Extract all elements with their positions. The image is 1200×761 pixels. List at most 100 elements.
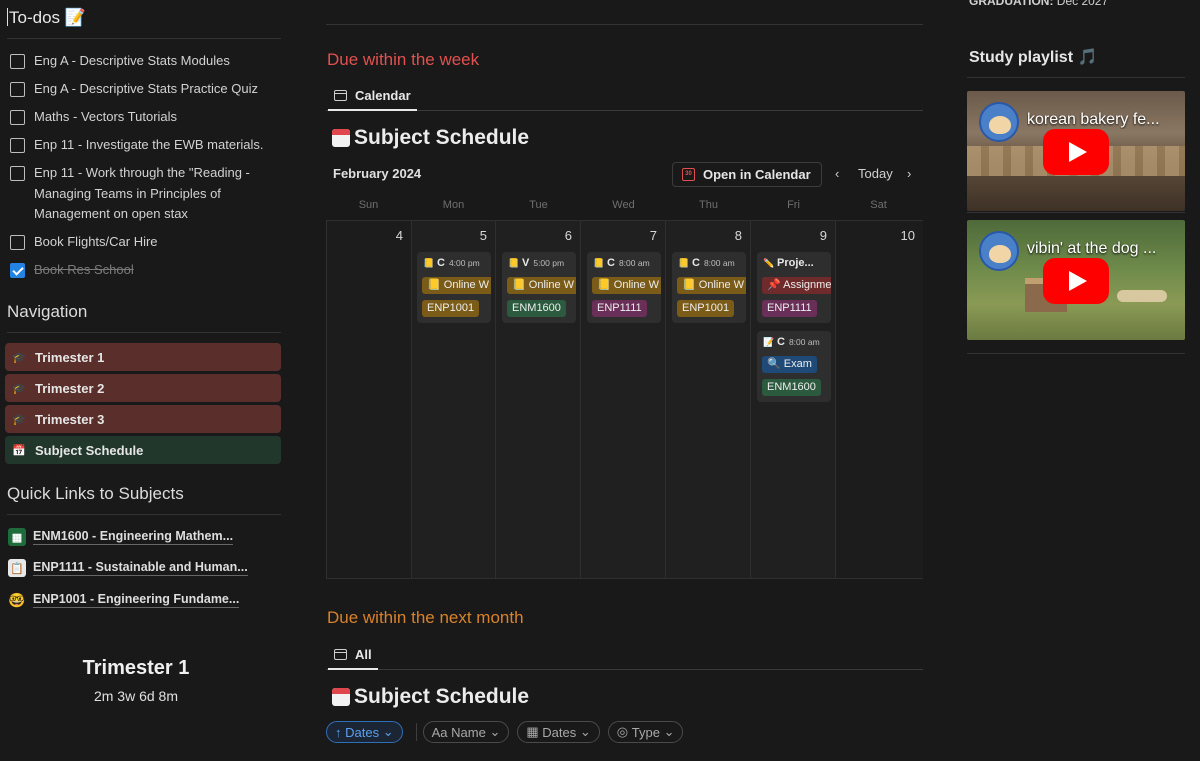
todo-label: Eng A - Descriptive Stats Modules	[34, 53, 230, 68]
event-time: 4:00 pm	[448, 258, 480, 268]
nav-item-subject-schedule[interactable]: 📅 Subject Schedule	[5, 436, 281, 464]
event-card[interactable]: 📒 C 4:00 pm 📒 Online W ENP1001	[417, 252, 491, 323]
day-cell[interactable]: 8 📒 C 8:00 am 📒 Online W ENP1001	[666, 221, 751, 578]
day-number: 8	[734, 228, 742, 243]
todo-checkbox[interactable]	[10, 235, 25, 250]
quick-link-label: ENP1111 - Sustainable and Human...	[33, 560, 248, 576]
event-title: C	[437, 257, 445, 269]
next-week-button[interactable]: ›	[907, 166, 911, 181]
database-title[interactable]: Subject Schedule	[332, 685, 529, 709]
filter-name-chip[interactable]: Aa Name ⌄	[422, 721, 510, 743]
nav-item-trimester-3[interactable]: 🎓 Trimester 3	[5, 405, 281, 433]
play-button-icon[interactable]	[1043, 258, 1109, 304]
event-card[interactable]: 📒 C 8:00 am 📒 Online W ENP1001	[672, 252, 746, 323]
event-card[interactable]: 📝 C 8:00 am 🔍 Exam ENM1600	[757, 331, 831, 402]
tab-calendar[interactable]: Calendar	[328, 81, 417, 111]
quick-link-enm1600[interactable]: ▦ ENM1600 - Engineering Mathem...	[8, 528, 234, 546]
event-title: Proje...	[777, 257, 814, 269]
todo-item[interactable]: Eng A - Descriptive Stats Practice Quiz	[10, 79, 280, 100]
month-view-tabs: All	[326, 640, 923, 670]
day-header: Tue	[529, 199, 548, 211]
divider	[967, 212, 1185, 213]
prev-week-button[interactable]: ‹	[835, 166, 839, 181]
subject-tag: ENP1111	[592, 300, 647, 317]
video-embed[interactable]: vibin' at the dog ...	[967, 220, 1185, 340]
day-header: Sun	[358, 199, 379, 211]
calendar-month: February 2024	[333, 166, 422, 181]
todo-checkbox-checked[interactable]	[10, 263, 25, 278]
day-cell[interactable]: 9 ✏️ Proje... 📌 Assignme ENP1111 📝 C 8:00 a…	[751, 221, 836, 578]
notebook-icon: 📒	[597, 279, 611, 291]
video-title[interactable]: vibin' at the dog ...	[1027, 240, 1179, 258]
event-card[interactable]: 📒 C 8:00 am 📒 Online W ENP1111	[587, 252, 661, 323]
event-card[interactable]: 📒 V 5:00 pm 📒 Online W ENM1600	[502, 252, 576, 323]
todo-checkbox[interactable]	[10, 138, 25, 153]
nav-item-trimester-1[interactable]: 🎓 Trimester 1	[5, 343, 281, 371]
event-type-tag: 📒 Online W	[507, 277, 576, 294]
day-header: Sat	[870, 199, 887, 211]
filter-dates-chip[interactable]: ▦ Dates ⌄	[517, 721, 600, 743]
todo-checkbox[interactable]	[10, 166, 25, 181]
todo-item[interactable]: Enp 11 - Work through the "Reading - Man…	[10, 163, 272, 225]
quick-link-enp1111[interactable]: 📋 ENP1111 - Sustainable and Human...	[8, 559, 248, 577]
tab-label: All	[355, 646, 372, 662]
tab-all[interactable]: All	[328, 640, 378, 670]
todo-item[interactable]: Enp 11 - Investigate the EWB materials.	[10, 135, 280, 156]
event-type-tag: 📒 Online W	[422, 277, 491, 294]
notebook-icon: 📒	[682, 279, 696, 291]
day-cell[interactable]: 6 📒 V 5:00 pm 📒 Online W ENM1600	[496, 221, 581, 578]
event-title: C	[692, 257, 700, 269]
graduation-label: GRADUATION:	[969, 0, 1054, 8]
table-view-icon	[334, 648, 347, 660]
subject-tag: ENP1111	[762, 300, 817, 317]
day-header: Thu	[699, 199, 718, 211]
todo-item[interactable]: Eng A - Descriptive Stats Modules	[10, 51, 280, 72]
todo-checkbox[interactable]	[10, 110, 25, 125]
todo-checkbox[interactable]	[10, 82, 25, 97]
open-in-calendar-button[interactable]: 30 Open in Calendar	[672, 162, 822, 187]
day-cell[interactable]: 10	[836, 221, 923, 578]
quick-link-label: ENP1001 - Engineering Fundame...	[33, 592, 240, 608]
day-cell[interactable]: 5 📒 C 4:00 pm 📒 Online W ENP1001	[411, 221, 496, 578]
divider	[7, 514, 281, 515]
event-type-label: Assignme	[783, 279, 831, 291]
sort-dates-chip[interactable]: ↑ Dates ⌄	[326, 721, 403, 743]
graduation-value: Dec 2027	[1056, 0, 1109, 8]
date-property-icon: ▦	[526, 724, 539, 739]
video-embed[interactable]: korean bakery fe...	[967, 91, 1185, 211]
nav-item-trimester-2[interactable]: 🎓 Trimester 2	[5, 374, 281, 402]
database-title[interactable]: Subject Schedule	[332, 126, 529, 150]
filter-type-chip[interactable]: ◎ Type ⌄	[607, 721, 684, 743]
todo-item-done[interactable]: Book Res School	[10, 260, 280, 281]
event-card[interactable]: ✏️ Proje... 📌 Assignme ENP1111	[757, 252, 831, 323]
day-number: 4	[395, 228, 403, 243]
todo-item[interactable]: Maths - Vectors Tutorials	[10, 107, 280, 128]
database-title-text: Subject Schedule	[354, 685, 530, 708]
day-number: 7	[649, 228, 657, 243]
subject-tag: ENP1001	[422, 300, 480, 317]
nav-label: Trimester 2	[35, 380, 105, 396]
week-view-tabs: Calendar	[326, 81, 923, 111]
todos-heading[interactable]: To-dos 📝	[7, 8, 86, 28]
day-number: 9	[819, 228, 827, 243]
event-time: 8:00 am	[618, 258, 650, 268]
graduation-cap-icon: 🎓	[12, 382, 26, 395]
day-cell[interactable]: 4	[327, 221, 412, 578]
divider	[415, 723, 417, 741]
notebook-icon: 📒	[427, 279, 441, 291]
todo-checkbox[interactable]	[10, 54, 25, 69]
spreadsheet-icon: ▦	[8, 528, 26, 546]
text-property-icon: Aa	[431, 724, 448, 740]
video-title[interactable]: korean bakery fe...	[1027, 111, 1179, 129]
todo-item[interactable]: Book Flights/Car Hire	[10, 232, 280, 253]
calendar-emoji-icon	[332, 688, 350, 706]
day-cell[interactable]: 7 📒 C 8:00 am 📒 Online W ENP1111	[581, 221, 666, 578]
play-button-icon[interactable]	[1043, 129, 1109, 175]
day-number: 10	[900, 228, 915, 243]
quick-link-enp1001[interactable]: 🤓 ENP1001 - Engineering Fundame...	[8, 591, 240, 609]
countdown-title: Trimester 1	[82, 657, 190, 679]
today-button[interactable]: Today	[858, 166, 893, 181]
magnifier-icon: 🔍	[767, 358, 781, 370]
event-title: C	[777, 336, 785, 348]
day-header: Fri	[787, 199, 800, 211]
